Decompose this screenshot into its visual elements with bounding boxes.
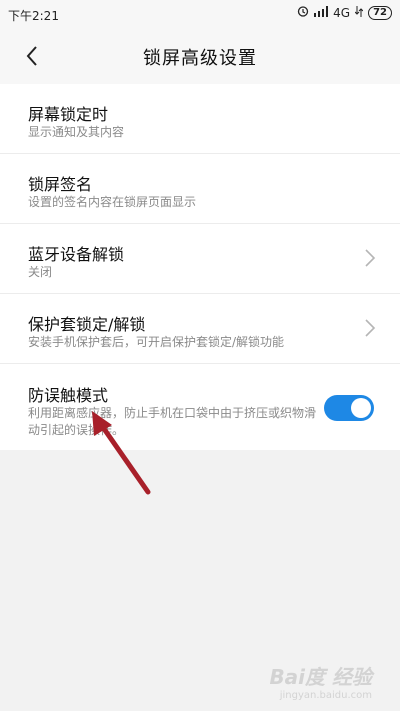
setting-subtitle: 设置的签名内容在锁屏页面显示 <box>28 195 197 209</box>
app-bar: 锁屏高级设置 <box>0 28 400 85</box>
setting-title: 保护套锁定/解锁 <box>28 315 146 334</box>
setting-cover-lock[interactable]: 保护套锁定/解锁 安装手机保护套后，可开启保护套锁定/解锁功能 <box>0 294 400 364</box>
setting-anti-mistouch[interactable]: 防误触模式 利用距离感应器，防止手机在口袋中由于挤压或织物滑动引起的误操作。 <box>0 364 400 450</box>
watermark-sub: jingyan.baidu.com <box>279 690 372 701</box>
anti-mistouch-toggle[interactable] <box>324 395 374 421</box>
status-bar: 下午2:21 4G 72 <box>0 0 400 28</box>
battery-icon: 72 <box>368 5 392 20</box>
settings-list: 屏幕锁定时 显示通知及其内容 锁屏签名 设置的签名内容在锁屏页面显示 蓝牙设备解… <box>0 84 400 450</box>
setting-screen-lock[interactable]: 屏幕锁定时 显示通知及其内容 <box>0 84 400 154</box>
setting-lock-signature[interactable]: 锁屏签名 设置的签名内容在锁屏页面显示 <box>0 154 400 224</box>
chevron-right-icon <box>365 319 376 337</box>
setting-bluetooth-unlock[interactable]: 蓝牙设备解锁 关闭 <box>0 224 400 294</box>
setting-title: 防误触模式 <box>28 386 109 405</box>
signal-icon <box>314 5 329 20</box>
network-icon: 4G <box>333 5 351 20</box>
setting-title: 锁屏签名 <box>28 175 93 194</box>
status-time: 下午2:21 <box>8 9 59 23</box>
setting-subtitle: 显示通知及其内容 <box>28 125 125 139</box>
alarm-icon <box>297 5 309 20</box>
setting-title: 屏幕锁定时 <box>28 105 109 124</box>
chevron-right-icon <box>365 249 376 267</box>
setting-subtitle: 安装手机保护套后，可开启保护套锁定/解锁功能 <box>28 335 285 349</box>
setting-subtitle: 利用距离感应器，防止手机在口袋中由于挤压或织物滑动引起的误操作。 <box>28 406 317 437</box>
watermark: Bai度 经验 jingyan.baidu.com <box>269 661 372 701</box>
page-title: 锁屏高级设置 <box>143 48 257 69</box>
status-icons: 4G 72 <box>297 5 392 20</box>
watermark-brand: Bai度 经验 <box>269 665 372 689</box>
setting-title: 蓝牙设备解锁 <box>28 245 125 264</box>
data-arrows-icon <box>354 5 364 20</box>
toggle-knob <box>351 398 371 418</box>
setting-subtitle: 关闭 <box>28 265 53 279</box>
